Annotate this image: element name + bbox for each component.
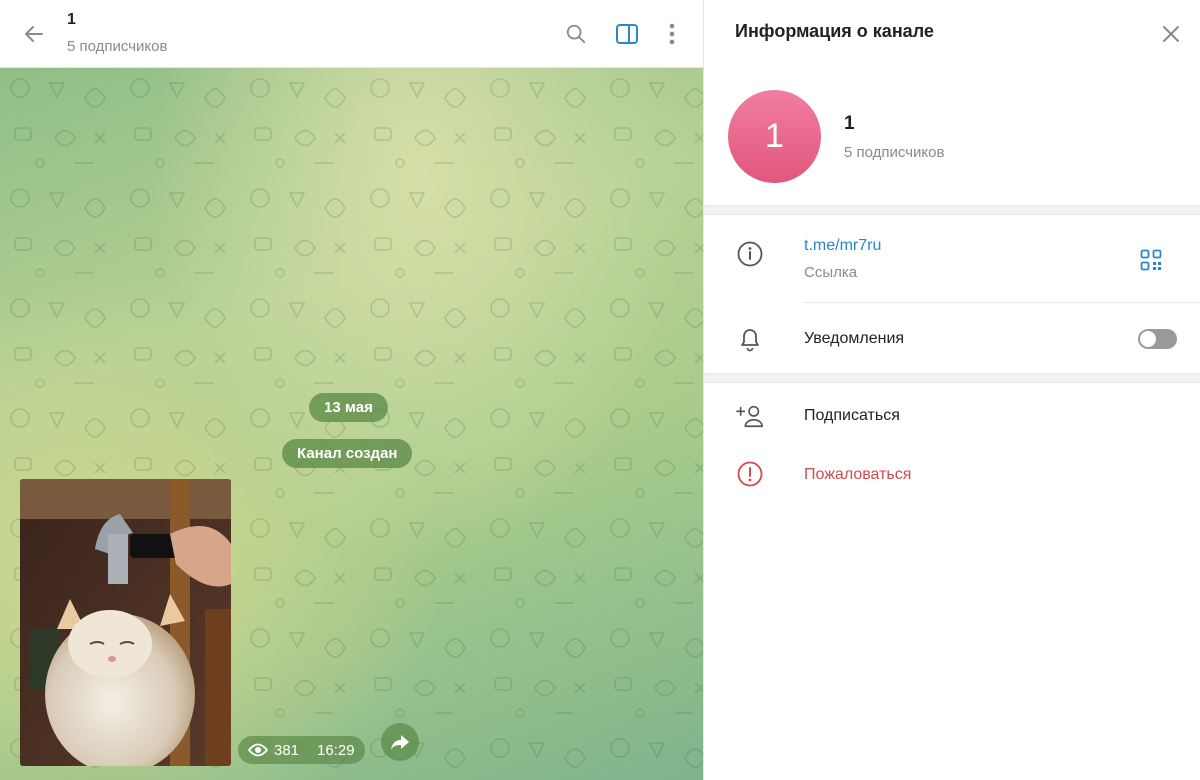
qr-code-button[interactable]	[1137, 246, 1165, 274]
report-icon-wrap	[736, 460, 764, 488]
eye-icon	[248, 743, 268, 757]
qr-code-icon	[1140, 249, 1162, 271]
channel-avatar[interactable]: 1	[728, 90, 821, 183]
search-button[interactable]	[562, 20, 590, 48]
post-photo[interactable]	[20, 479, 231, 766]
channel-link-caption: Ссылка	[804, 264, 858, 281]
toggle-info-panel-button[interactable]	[613, 20, 641, 48]
cat-photo-image	[20, 479, 231, 766]
more-vertical-icon	[669, 23, 675, 45]
channel-link[interactable]: t.me/mr7ru	[804, 237, 881, 255]
row-divider	[802, 302, 1200, 303]
search-icon	[566, 24, 586, 44]
toggle-knob	[1140, 331, 1156, 347]
chat-background: 13 мая Канал создан 381 16:29	[0, 68, 703, 780]
subscribe-button[interactable]: Подписаться	[804, 407, 900, 425]
chat-column: 1 5 подписчиков 13 мая Канал создан 381 …	[0, 0, 703, 780]
section-divider	[704, 205, 1200, 215]
sidebar-toggle-icon	[616, 24, 638, 44]
info-icon-wrap	[736, 240, 764, 268]
view-count: 381	[274, 741, 300, 759]
section-divider	[704, 373, 1200, 383]
panel-title: Информация о канале	[735, 21, 934, 41]
chat-subscriber-count: 5 подписчиков	[67, 38, 168, 55]
chat-header: 1 5 подписчиков	[0, 0, 703, 68]
close-icon	[1163, 26, 1179, 42]
add-user-icon	[736, 405, 763, 428]
bell-icon-wrap	[736, 325, 764, 353]
notifications-label: Уведомления	[804, 330, 905, 347]
share-icon	[391, 735, 409, 750]
bell-icon	[741, 329, 759, 352]
channel-info-panel: Информация о канале 1 1 5 подписчиков t.…	[703, 0, 1200, 780]
channel-name: 1	[844, 113, 855, 134]
back-button[interactable]	[20, 20, 48, 48]
report-icon	[737, 461, 763, 487]
post-meta: 381 16:29	[238, 736, 365, 764]
date-badge: 13 мая	[309, 393, 388, 422]
more-menu-button[interactable]	[658, 20, 686, 48]
info-icon	[737, 241, 763, 267]
chat-title[interactable]: 1	[67, 11, 76, 29]
add-user-icon-wrap	[736, 402, 764, 430]
close-panel-button[interactable]	[1157, 20, 1185, 48]
notifications-toggle[interactable]	[1138, 329, 1177, 349]
service-message: Канал создан	[282, 439, 413, 468]
report-button[interactable]: Пожаловаться	[804, 466, 911, 484]
channel-subscriber-count: 5 подписчиков	[844, 144, 945, 161]
post-time: 16:29	[317, 741, 355, 759]
share-button[interactable]	[381, 723, 419, 761]
back-arrow-icon	[25, 26, 43, 42]
